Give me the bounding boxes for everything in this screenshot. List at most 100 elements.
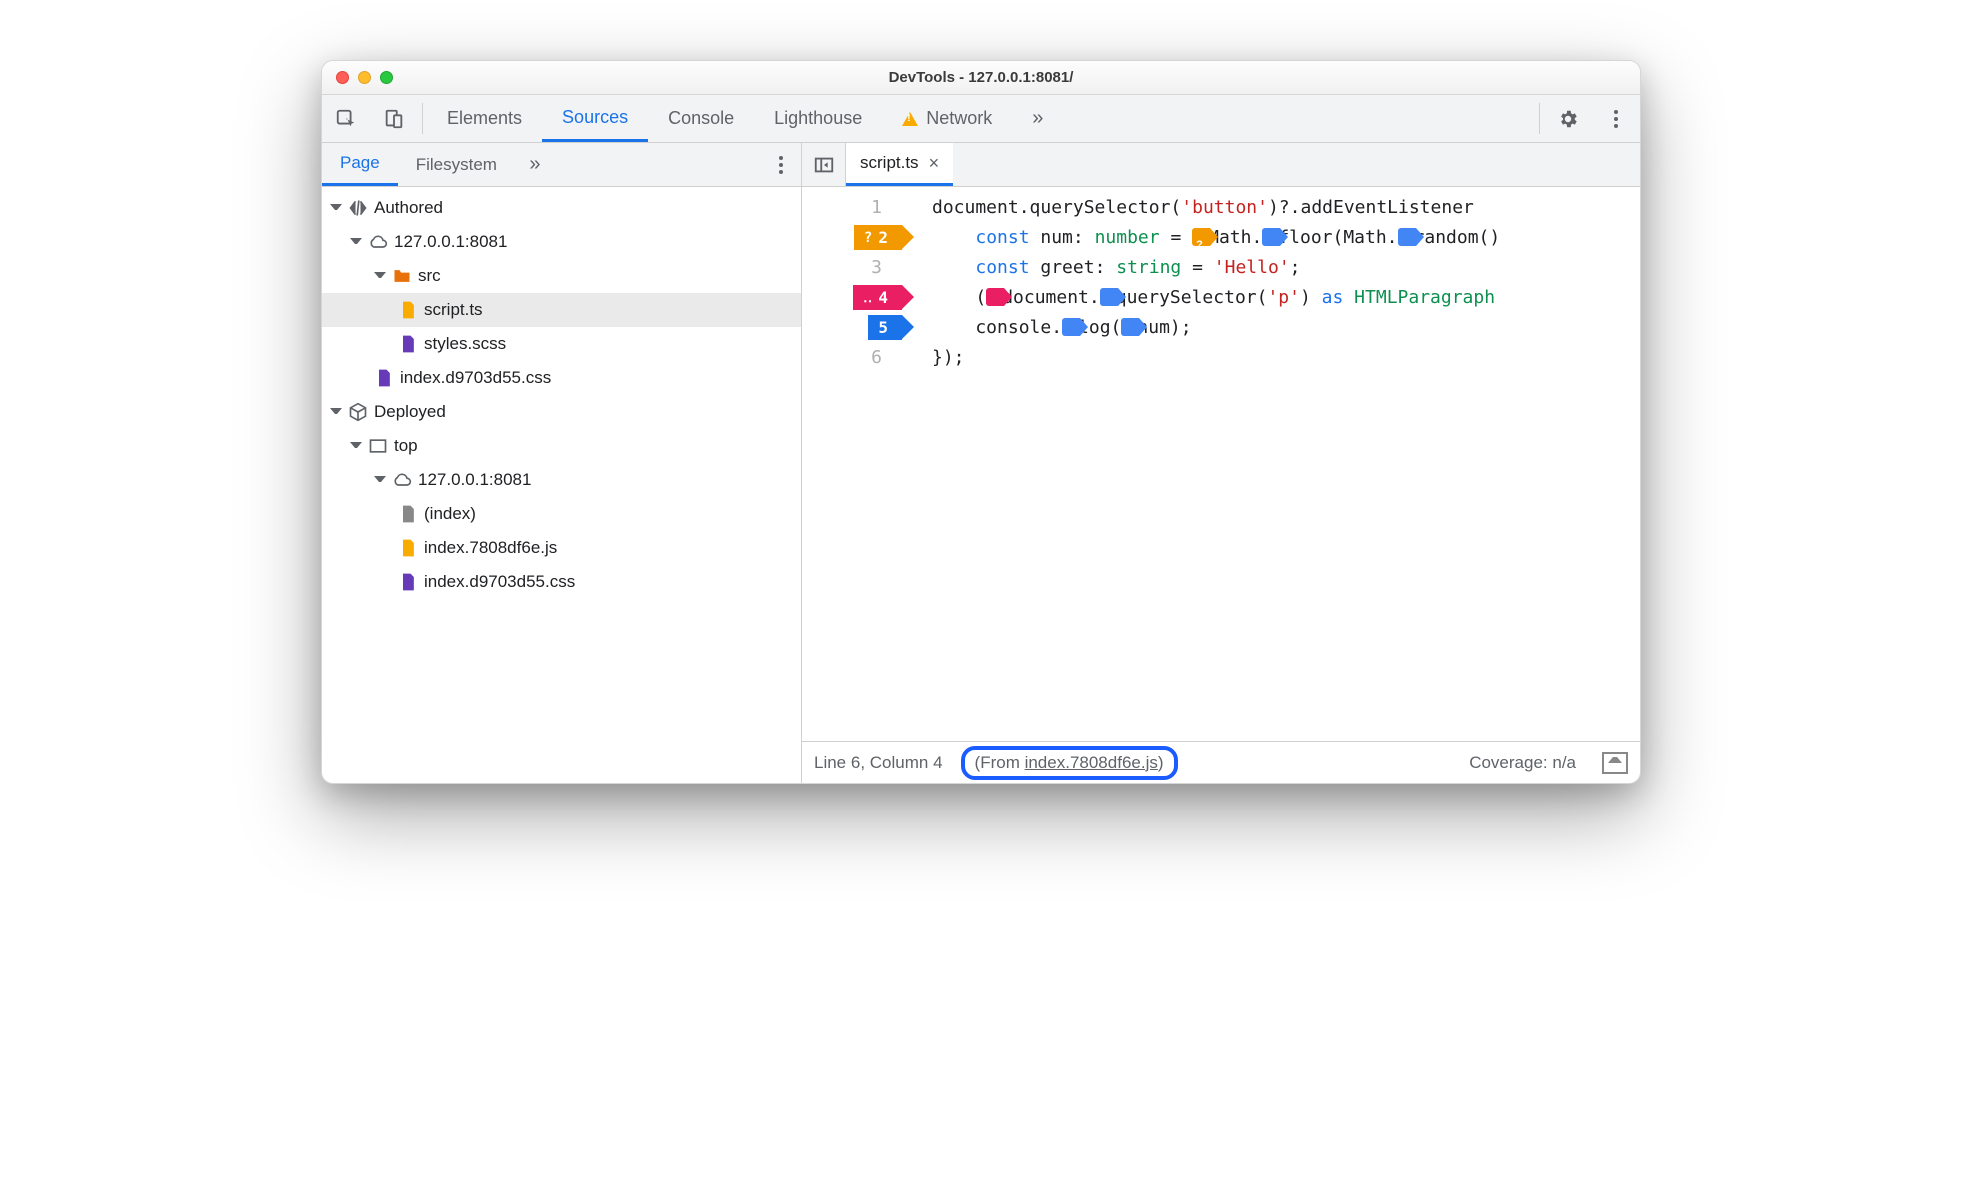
panel-tabbar: Elements Sources Console Lighthouse Netw…	[322, 95, 1640, 143]
tree-file-index-css[interactable]: index.d9703d55.css	[322, 361, 801, 395]
inline-marker-icon[interactable]	[1398, 228, 1416, 246]
tree-label: Deployed	[374, 402, 446, 422]
disclosure-icon[interactable]	[350, 238, 362, 250]
navigator-sidebar: Page Filesystem » Authored 127.0.0.1:808…	[322, 143, 802, 783]
tree-label: styles.scss	[424, 334, 506, 354]
tree-label: index.d9703d55.css	[424, 572, 575, 592]
settings-icon[interactable]	[1544, 95, 1592, 142]
inline-marker-icon[interactable]	[1100, 288, 1118, 306]
cursor-position: Line 6, Column 4	[814, 753, 943, 773]
divider	[1539, 103, 1540, 134]
window-title: DevTools - 127.0.0.1:8081/	[322, 69, 1640, 86]
tree-file-index-css-deployed[interactable]: index.d9703d55.css	[322, 565, 801, 599]
folder-icon	[392, 266, 412, 286]
code-editor[interactable]: 1 ?2 3 ‥4 5 6 document.querySelector('bu…	[802, 187, 1640, 741]
sourcemap-origin: (From index.7808df6e.js)	[961, 746, 1178, 780]
inline-marker-icon[interactable]	[1121, 318, 1139, 336]
breakpoint-conditional-icon[interactable]: ?2	[854, 225, 902, 250]
tree-frame-top[interactable]: top	[322, 429, 801, 463]
tree-file-index[interactable]: (index)	[322, 497, 801, 531]
css-file-icon	[398, 334, 418, 354]
file-tree[interactable]: Authored 127.0.0.1:8081 src script.ts	[322, 187, 801, 783]
line-number[interactable]: ‥4	[802, 283, 902, 313]
css-file-icon	[398, 572, 418, 592]
divider	[422, 103, 423, 134]
authored-icon	[348, 198, 368, 218]
editor-statusbar: Line 6, Column 4 (From index.7808df6e.js…	[802, 741, 1640, 783]
tab-network-label: Network	[926, 108, 992, 129]
inline-marker-icon[interactable]	[1262, 228, 1280, 246]
navigator-tab-filesystem[interactable]: Filesystem	[398, 143, 515, 186]
line-number[interactable]: 5	[802, 313, 902, 343]
deployed-icon	[348, 402, 368, 422]
tree-file-styles-scss[interactable]: styles.scss	[322, 327, 801, 361]
close-window-icon[interactable]	[336, 71, 349, 84]
gutter[interactable]: 1 ?2 3 ‥4 5 6	[802, 187, 902, 741]
tab-lighthouse[interactable]: Lighthouse	[754, 95, 882, 142]
tree-label: index.7808df6e.js	[424, 538, 557, 558]
line-number[interactable]: 1	[802, 193, 902, 223]
tree-group-authored[interactable]: Authored	[322, 191, 801, 225]
disclosure-icon[interactable]	[330, 204, 342, 216]
editor-tab-script-ts[interactable]: script.ts ×	[846, 143, 953, 186]
show-drawer-icon[interactable]	[1602, 752, 1628, 774]
tree-host-deployed[interactable]: 127.0.0.1:8081	[322, 463, 801, 497]
tab-network[interactable]: Network	[882, 95, 1012, 142]
tree-host[interactable]: 127.0.0.1:8081	[322, 225, 801, 259]
tab-console[interactable]: Console	[648, 95, 754, 142]
cloud-icon	[392, 470, 412, 490]
line-number[interactable]: 3	[802, 253, 902, 283]
inline-marker-icon[interactable]: ?	[1192, 228, 1210, 246]
js-file-icon	[398, 300, 418, 320]
breakpoint-logpoint-icon[interactable]: ‥4	[853, 285, 902, 310]
devtools-window: DevTools - 127.0.0.1:8081/ Elements Sour…	[321, 60, 1641, 784]
titlebar: DevTools - 127.0.0.1:8081/	[322, 61, 1640, 95]
tree-folder-src[interactable]: src	[322, 259, 801, 293]
warning-icon	[902, 112, 918, 126]
tree-label: 127.0.0.1:8081	[418, 470, 531, 490]
tree-label: script.ts	[424, 300, 483, 320]
tabs-overflow[interactable]: »	[1012, 95, 1063, 142]
breakpoint-icon[interactable]: 5	[868, 315, 902, 340]
main-split: Page Filesystem » Authored 127.0.0.1:808…	[322, 143, 1640, 783]
tree-file-index-js[interactable]: index.7808df6e.js	[322, 531, 801, 565]
frame-icon	[368, 436, 388, 456]
editor-tabbar: script.ts ×	[802, 143, 1640, 187]
line-number[interactable]: 6	[802, 343, 902, 373]
minimize-window-icon[interactable]	[358, 71, 371, 84]
tree-label: top	[394, 436, 418, 456]
css-file-icon	[374, 368, 394, 388]
js-file-icon	[398, 538, 418, 558]
navigator-more-icon[interactable]	[761, 143, 801, 186]
line-number[interactable]: ?2	[802, 223, 902, 253]
disclosure-icon[interactable]	[374, 476, 386, 488]
file-icon	[398, 504, 418, 524]
disclosure-icon[interactable]	[330, 408, 342, 420]
sourcemap-link[interactable]: index.7808df6e.js	[1025, 753, 1158, 772]
inspect-element-icon[interactable]	[322, 95, 370, 142]
inline-marker-icon[interactable]	[1062, 318, 1080, 336]
coverage-status: Coverage: n/a	[1469, 753, 1576, 773]
tree-label: src	[418, 266, 441, 286]
code-content[interactable]: document.querySelector('button')?.addEve…	[902, 187, 1640, 741]
disclosure-icon[interactable]	[350, 442, 362, 454]
zoom-window-icon[interactable]	[380, 71, 393, 84]
navigator-tabs: Page Filesystem »	[322, 143, 801, 187]
navigator-tab-page[interactable]: Page	[322, 143, 398, 186]
tab-elements[interactable]: Elements	[427, 95, 542, 142]
tree-label: 127.0.0.1:8081	[394, 232, 507, 252]
traffic-lights	[336, 71, 393, 84]
editor-pane: script.ts × 1 ?2 3 ‥4 5 6 document.query…	[802, 143, 1640, 783]
cloud-icon	[368, 232, 388, 252]
close-tab-icon[interactable]: ×	[929, 153, 940, 174]
toggle-navigator-icon[interactable]	[802, 143, 846, 186]
tree-label: index.d9703d55.css	[400, 368, 551, 388]
disclosure-icon[interactable]	[374, 272, 386, 284]
tab-sources[interactable]: Sources	[542, 95, 648, 142]
navigator-tabs-overflow[interactable]: »	[515, 143, 555, 186]
tree-group-deployed[interactable]: Deployed	[322, 395, 801, 429]
inline-marker-icon[interactable]: ‥	[986, 288, 1004, 306]
tree-file-script-ts[interactable]: script.ts	[322, 293, 801, 327]
device-toolbar-icon[interactable]	[370, 95, 418, 142]
more-menu-icon[interactable]	[1592, 95, 1640, 142]
